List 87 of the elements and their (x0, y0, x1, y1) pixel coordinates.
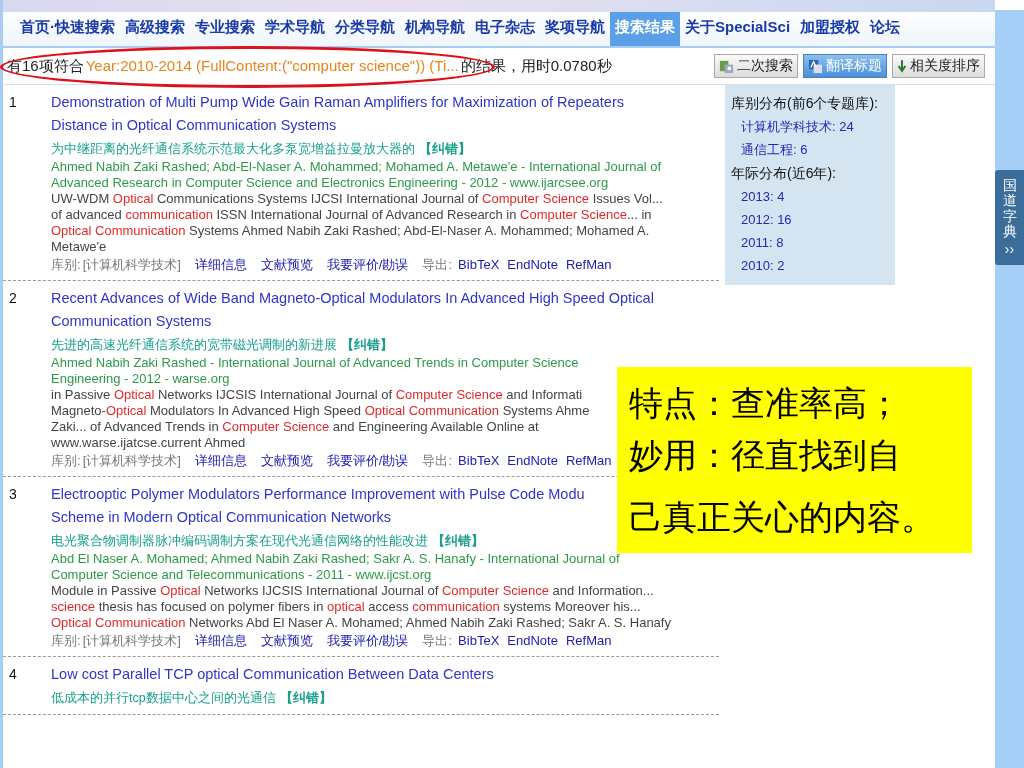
source-line: Ahmed Nabih Zaki Rashed; Abd-El-Naser A. Mohammed; Mohamed A. Metawe'e - International Journal of (51, 159, 662, 175)
nav-tab[interactable]: 电子杂志 (470, 12, 540, 46)
detail-link[interactable]: 文献预览 (260, 632, 313, 650)
facet-link[interactable]: 2011: 8 (731, 231, 889, 254)
library-name: [计算机科学技术] (82, 256, 181, 274)
facet-link[interactable]: 2010: 2 (731, 254, 889, 277)
export-link[interactable]: BibTeX (458, 452, 500, 470)
library-label: 库别: (51, 256, 81, 274)
source-line: Computer Science and Telecommunications - 2011 - www.ijcst.org (51, 567, 432, 583)
detail-link[interactable]: 我要评价/勘误 (326, 256, 409, 274)
down-arrow-icon (897, 59, 907, 73)
result-title[interactable]: Low cost Parallel TCP optical Communication Between Data Centers (51, 663, 494, 686)
facet-link[interactable]: 2013: 4 (731, 185, 889, 208)
source-line: Ahmed Nabih Zaki Rashed - International Journal of Advanced Trends in Computer Science (51, 355, 579, 371)
export-label: 导出: (422, 452, 453, 470)
dictionary-tab[interactable]: 国道字典 ›› (995, 170, 1024, 265)
nav-tab[interactable]: 高级搜索 (120, 12, 190, 46)
result-number: 3 (8, 485, 18, 504)
result-number: 1 (8, 93, 18, 112)
result-number: 2 (8, 289, 18, 308)
sidebar-heading: 库别分布(前6个专题库): (731, 94, 879, 113)
facet-link[interactable]: 计算机学科技术: 24 (731, 115, 889, 138)
snippet-line: Optical Communication Systems Ahmed Nabih Zaki Rashed; Abd-El-Naser A. Mohammed; Mohamed A. (51, 223, 650, 239)
export-link[interactable]: RefMan (565, 632, 612, 650)
snippet-line: of advanced communication ISSN International Journal of Advanced Research in Computer Science... in (51, 207, 652, 223)
library-label: 库别: (51, 452, 81, 470)
result-title[interactable]: Demonstration of Multi Pump Wide Gain Raman Amplifiers for Maximization of Repeaters (51, 91, 624, 114)
refine-icon (719, 58, 734, 74)
title-translation: 电光聚合物调制器脉冲编码调制方案在现代光通信网络的性能改进 (51, 534, 428, 548)
result-number: 4 (8, 665, 18, 684)
facet-link[interactable]: 2012: 16 (731, 208, 889, 231)
nav-tab[interactable]: 奖项导航 (540, 12, 610, 46)
result-title[interactable]: Communication Systems (51, 310, 212, 333)
export-link[interactable]: BibTeX (458, 256, 500, 274)
library-label: 库别: (51, 632, 81, 650)
translate-icon (808, 58, 823, 74)
detail-link[interactable]: 详细信息 (194, 452, 247, 470)
note-text: 特点：查准率高； (629, 382, 902, 425)
refine-button[interactable]: 二次搜索 (714, 54, 798, 78)
snippet-line: Optical Communication Networks Abd El Naser A. Mohamed; Ahmed Nabih Zaki Rashed; Sakr A. S. Hanafy (51, 615, 671, 631)
export-label: 导出: (422, 256, 453, 274)
detail-link[interactable]: 文献预览 (260, 256, 313, 274)
snippet-line: Metawe'e (51, 239, 107, 255)
note-text: 妙用：径直找到自 (629, 434, 902, 477)
source-line: Abd El Naser A. Mohamed; Ahmed Nabih Zaki Rashed; Sakr A. S. Hanafy - International Journal of (51, 551, 620, 567)
export-link[interactable]: EndNote (507, 632, 558, 650)
snippet-line: Magneto-Optical Modulators In Advanced High Speed Optical Communication Systems Ahme (51, 403, 590, 419)
title-translation: 先进的高速光纤通信系统的宽带磁光调制的新进展 (51, 338, 337, 352)
snippet-line: in Passive Optical Networks IJCSIS International Journal of Computer Science and Informati (51, 387, 583, 403)
library-name: [计算机科学技术] (82, 632, 181, 650)
nav-tab[interactable]: 关于SpecialSci (680, 12, 796, 46)
nav-tab[interactable]: 加盟授权 (795, 12, 866, 46)
snippet-line: science thesis has focused on polymer fibers in optical access communication systems Moreover his... (51, 599, 641, 615)
result-title[interactable]: Electrooptic Polymer Modulators Performance Improvement with Pulse Code Modu (51, 483, 585, 506)
nav-tab[interactable]: 专业搜索 (190, 12, 260, 46)
export-link[interactable]: EndNote (507, 452, 558, 470)
source-line: Engineering - 2012 - warse.org (51, 371, 230, 387)
snippet-line: Zaki... of Advanced Trends in Computer Science and Engineering Available Online at (51, 419, 539, 435)
nav-tab[interactable]: 学术导航 (260, 12, 330, 46)
note-text: 己真正关心的内容。 (629, 496, 936, 539)
export-link[interactable]: EndNote (507, 256, 558, 274)
facet-link[interactable]: 通信工程: 6 (731, 138, 889, 161)
detail-link[interactable]: 详细信息 (194, 632, 247, 650)
nav-tab[interactable]: 分类导航 (330, 12, 400, 46)
title-translation: 为中继距离的光纤通信系统示范最大化多泵宽增益拉曼放大器的 (51, 142, 415, 156)
library-name: [计算机科学技术] (82, 452, 181, 470)
detail-link[interactable]: 我要评价/勘误 (326, 452, 409, 470)
nav-tab[interactable]: 机构导航 (400, 12, 470, 46)
title-translation: 低成本的并行tcp数据中心之间的光通信 (51, 691, 276, 705)
export-link[interactable]: BibTeX (458, 632, 500, 650)
snippet-line: UW-WDM Optical Communications Systems IJCSI International Journal of Computer Science Issues Vol... (51, 191, 663, 207)
sidebar-heading: 年际分布(近6年): (731, 164, 837, 183)
source-line: Advanced Research in Computer Science and Electronics Engineering - 2012 - www.ijarcsee.org (51, 175, 609, 191)
detail-link[interactable]: 文献预览 (260, 452, 313, 470)
detail-link[interactable]: 详细信息 (194, 256, 247, 274)
nav-tab[interactable]: 首页·快速搜索 (15, 12, 120, 46)
export-link[interactable]: RefMan (565, 452, 612, 470)
sort-button[interactable]: 相关度排序 (892, 54, 985, 78)
snippet-line: www.warse.ijatcse.current Ahmed (51, 435, 246, 451)
result-title[interactable]: Distance in Optical Communication Systems (51, 114, 337, 137)
detail-link[interactable]: 我要评价/勘误 (326, 632, 409, 650)
result-title[interactable]: Recent Advances of Wide Band Magneto-Optical Modulators In Advanced High Speed Optical (51, 287, 654, 310)
result-title[interactable]: Scheme in Modern Optical Communication Networks (51, 506, 392, 529)
nav-tab[interactable]: 论坛 (865, 12, 906, 46)
export-link[interactable]: RefMan (565, 256, 612, 274)
snippet-line: Module in Passive Optical Networks IJCSIS International Journal of Computer Science and Information... (51, 583, 654, 599)
export-label: 导出: (422, 632, 453, 650)
